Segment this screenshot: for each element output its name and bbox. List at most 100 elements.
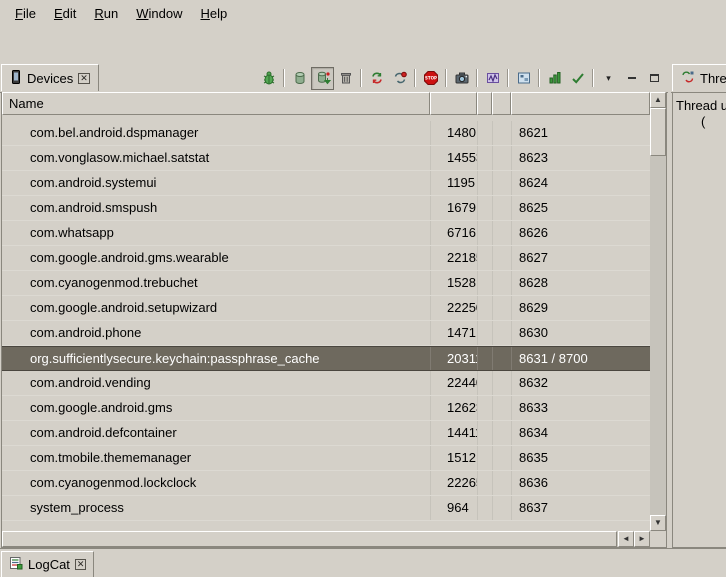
- tab-devices[interactable]: Devices ✕: [1, 64, 99, 91]
- process-name: com.android.vending: [2, 371, 430, 395]
- table-row[interactable]: com.android.vending224408632: [2, 371, 650, 396]
- toolbar-separator: [414, 69, 416, 87]
- process-col-b: [492, 446, 511, 470]
- process-pid: 14553: [430, 146, 477, 170]
- scroll-down-icon[interactable]: ▼: [650, 515, 666, 531]
- device-icon: [10, 70, 22, 87]
- capture-systrace-icon[interactable]: [481, 67, 504, 90]
- dump-view-ui-icon[interactable]: [566, 67, 589, 90]
- process-port: 8633: [511, 396, 650, 420]
- device-table-header: Name: [2, 92, 650, 115]
- process-col-a: [477, 196, 492, 220]
- table-row[interactable]: com.google.android.setupwizard222508629: [2, 296, 650, 321]
- table-row[interactable]: com.whatsapp67168626: [2, 221, 650, 246]
- update-threads-icon[interactable]: [365, 67, 388, 90]
- tab-logcat[interactable]: LogCat ✕: [1, 551, 94, 577]
- vertical-scrollbar[interactable]: ▲ ▼: [650, 92, 666, 531]
- process-col-b: [492, 496, 511, 520]
- column-header-a[interactable]: [477, 92, 492, 115]
- menu-help[interactable]: Help: [191, 3, 236, 24]
- tab-threads[interactable]: Threads: [672, 64, 726, 91]
- toolbar-separator: [445, 69, 447, 87]
- scroll-right-icon[interactable]: ►: [634, 531, 650, 547]
- process-port: 8630: [511, 321, 650, 345]
- close-icon[interactable]: ✕: [78, 73, 90, 84]
- process-col-a: [477, 271, 492, 295]
- menu-file[interactable]: File: [6, 3, 45, 24]
- process-port: 8629: [511, 296, 650, 320]
- menu-edit[interactable]: Edit: [45, 3, 85, 24]
- start-method-profiling-icon[interactable]: [388, 67, 411, 90]
- scroll-up-icon[interactable]: ▲: [650, 92, 666, 108]
- column-header-pid[interactable]: [430, 92, 477, 115]
- process-col-a: [477, 121, 492, 145]
- table-row[interactable]: com.tmobile.thememanager15128635: [2, 446, 650, 471]
- update-heap-icon[interactable]: [288, 67, 311, 90]
- column-header-b[interactable]: [492, 92, 511, 115]
- process-col-a: [477, 296, 492, 320]
- start-opengl-trace-icon[interactable]: [543, 67, 566, 90]
- process-pid: 1679: [430, 196, 477, 220]
- table-row[interactable]: com.android.smspush16798625: [2, 196, 650, 221]
- vertical-scrollbar-thumb[interactable]: [650, 108, 666, 156]
- stop-process-icon[interactable]: STOP: [419, 67, 442, 90]
- column-header-port[interactable]: [511, 92, 650, 115]
- horizontal-scrollbar[interactable]: ◄ ►: [2, 531, 650, 547]
- horizontal-scrollbar-thumb[interactable]: [2, 531, 617, 547]
- process-port: 8624: [511, 171, 650, 195]
- debug-process-icon[interactable]: [257, 67, 280, 90]
- process-col-b: [492, 321, 511, 345]
- toolbar-separator: [360, 69, 362, 87]
- process-pid: 22185: [430, 246, 477, 270]
- scroll-left-icon[interactable]: ◄: [618, 531, 634, 547]
- process-port: 8632: [511, 371, 650, 395]
- dump-hprof-icon[interactable]: [311, 67, 334, 90]
- table-row[interactable]: com.android.phone14718630: [2, 321, 650, 346]
- process-pid: 1512: [430, 446, 477, 470]
- process-col-a: [477, 396, 492, 420]
- table-row[interactable]: system_process9648637: [2, 496, 650, 521]
- device-table-body: com.bel.android.dspmanager14808621com.vo…: [2, 115, 650, 531]
- threads-message-line2: (: [701, 114, 705, 129]
- maximize-icon[interactable]: [643, 67, 666, 90]
- toolbar-separator: [507, 69, 509, 87]
- table-row[interactable]: com.vonglasow.michael.satstat145538623: [2, 146, 650, 171]
- process-col-a: [477, 421, 492, 445]
- process-port: 8635: [511, 446, 650, 470]
- process-col-b: [492, 196, 511, 220]
- process-name: com.google.android.setupwizard: [2, 296, 430, 320]
- screen-capture-icon[interactable]: [450, 67, 473, 90]
- process-name: com.vonglasow.michael.satstat: [2, 146, 430, 170]
- process-col-b: [492, 246, 511, 270]
- table-row[interactable]: com.google.android.gms.wearable221858627: [2, 246, 650, 271]
- table-row[interactable]: com.android.defcontainer144118634: [2, 421, 650, 446]
- menu-run[interactable]: Run: [85, 3, 127, 24]
- table-row[interactable]: com.cyanogenmod.trebuchet15288628: [2, 271, 650, 296]
- toolbar-separator: [476, 69, 478, 87]
- table-row[interactable]: org.sufficientlysecure.keychain:passphra…: [2, 346, 650, 371]
- menu-window[interactable]: Window: [127, 3, 191, 24]
- column-header-name[interactable]: Name: [2, 92, 430, 115]
- threads-view: Threads Thread up (: [671, 62, 726, 548]
- process-col-a: [477, 371, 492, 395]
- process-port: 8627: [511, 246, 650, 270]
- table-row[interactable]: com.bel.android.dspmanager14808621: [2, 121, 650, 146]
- process-col-b: [492, 396, 511, 420]
- view-hierarchy-icon[interactable]: [512, 67, 535, 90]
- process-port: 8634: [511, 421, 650, 445]
- process-col-a: [477, 246, 492, 270]
- menu-bar: FileEditRunWindowHelp: [0, 0, 726, 26]
- table-row[interactable]: com.android.systemui11958624: [2, 171, 650, 196]
- process-port: 8631 / 8700: [511, 347, 650, 370]
- process-col-b: [492, 347, 511, 370]
- process-col-b: [492, 171, 511, 195]
- process-col-a: [477, 221, 492, 245]
- minimize-icon[interactable]: [620, 67, 643, 90]
- devices-toolbar: STOP: [257, 65, 666, 91]
- view-menu-icon[interactable]: ▾: [597, 67, 620, 90]
- cause-gc-icon[interactable]: [334, 67, 357, 90]
- table-row[interactable]: com.google.android.gms126238633: [2, 396, 650, 421]
- process-pid: 12623: [430, 396, 477, 420]
- table-row[interactable]: com.cyanogenmod.lockclock222658636: [2, 471, 650, 496]
- close-icon[interactable]: ✕: [75, 559, 87, 570]
